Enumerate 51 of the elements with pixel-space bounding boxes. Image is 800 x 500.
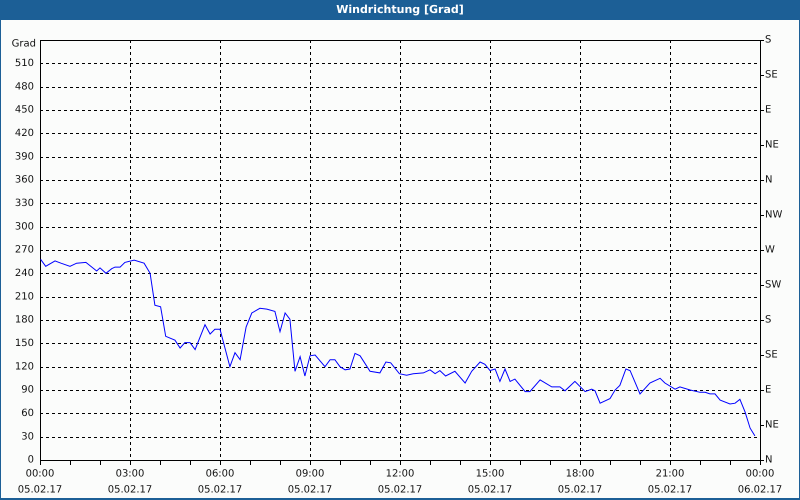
y-axis-label: 330 <box>14 198 34 210</box>
x-axis-time-label: 18:00 <box>566 468 594 480</box>
x-axis-date-label: 05.02.17 <box>18 484 62 496</box>
y-axis-label: 450 <box>14 104 34 116</box>
direction-label: NE <box>765 420 779 431</box>
x-axis-time-label: 03:00 <box>116 468 144 480</box>
direction-label: S <box>765 34 772 46</box>
x-axis-time-label: 12:00 <box>386 468 414 480</box>
direction-label: W <box>765 244 775 256</box>
direction-label: SW <box>765 280 782 291</box>
y-axis-label: 180 <box>14 314 34 326</box>
y-axis-label: 60 <box>21 408 34 420</box>
direction-label: N <box>765 454 772 466</box>
x-axis-time-label: 00:00 <box>26 468 54 480</box>
y-axis-label: 30 <box>21 431 34 442</box>
x-axis-time-label: 06:00 <box>206 468 234 480</box>
y-axis-label: 300 <box>14 221 34 232</box>
y-axis-label: 480 <box>14 81 34 92</box>
direction-label: SE <box>765 70 778 81</box>
x-axis-time-label: 21:00 <box>656 468 684 480</box>
direction-label: SE <box>765 350 778 361</box>
x-axis-date-label: 05.02.17 <box>558 484 602 496</box>
direction-label: NW <box>765 210 782 221</box>
x-axis-date-label: 05.02.17 <box>198 484 242 496</box>
y-axis-label: 210 <box>14 291 34 302</box>
direction-label: S <box>765 314 772 326</box>
y-axis-label: 150 <box>14 338 34 350</box>
x-axis-date-label: 06.02.17 <box>738 484 782 496</box>
direction-label: NE <box>765 140 779 151</box>
x-axis-date-label: 05.02.17 <box>108 484 152 496</box>
y-axis-label: 270 <box>14 244 34 256</box>
x-axis-date-label: 05.02.17 <box>378 484 422 496</box>
direction-label: N <box>765 174 772 186</box>
y-axis-label: 510 <box>14 58 34 70</box>
y-axis-label: 420 <box>14 128 34 140</box>
y-axis-unit: Grad <box>12 38 36 50</box>
x-axis-time-label: 00:00 <box>746 468 774 480</box>
x-axis-date-label: 05.02.17 <box>468 484 512 496</box>
y-axis-label: 240 <box>14 268 34 280</box>
y-axis-label: 0 <box>28 454 34 466</box>
x-axis-time-label: 15:00 <box>476 468 504 480</box>
y-axis-label: 360 <box>14 174 34 186</box>
direction-label: E <box>765 104 772 116</box>
y-axis-label: 390 <box>14 151 34 162</box>
y-axis-label: 90 <box>21 384 34 396</box>
direction-label: E <box>765 384 772 396</box>
x-axis-time-label: 09:00 <box>296 468 324 480</box>
window-title: Windrichtung [Grad] <box>335 2 465 18</box>
y-axis-label: 120 <box>14 361 34 372</box>
x-axis-date-label: 05.02.17 <box>648 484 692 496</box>
x-axis-date-label: 05.02.17 <box>288 484 332 496</box>
